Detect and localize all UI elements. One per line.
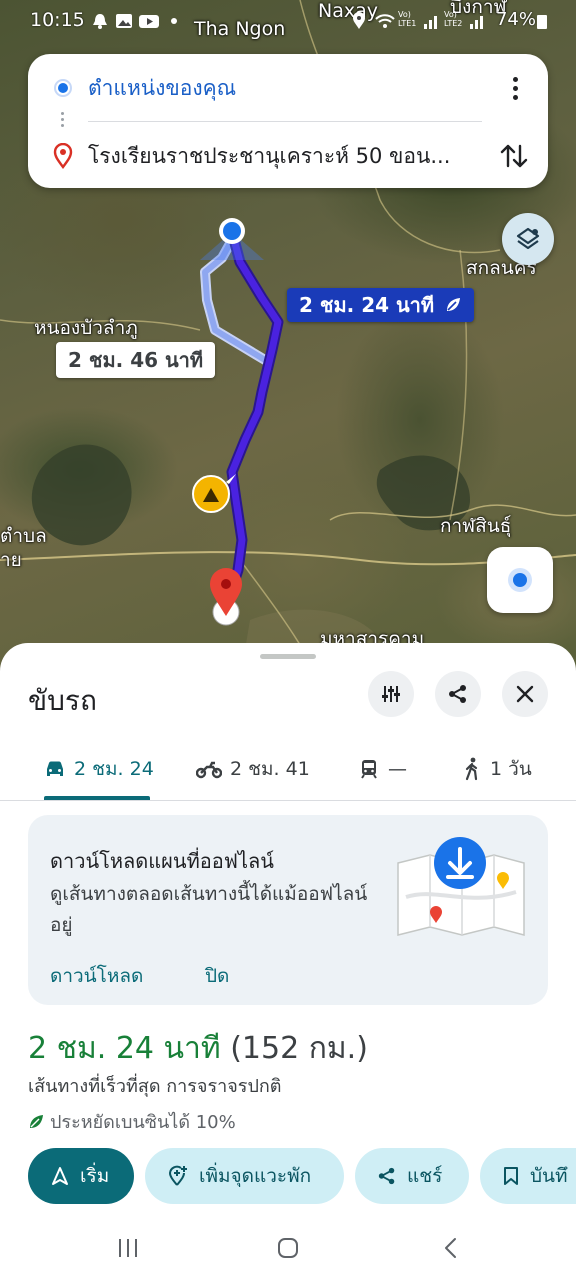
- share-label: แชร์: [407, 1165, 443, 1187]
- battery-icon: [537, 15, 547, 29]
- route-description: เส้นทางที่เร็วที่สุด การจราจรปกติ: [28, 1076, 282, 1097]
- active-tab-indicator: [44, 796, 150, 800]
- more-options-button[interactable]: [500, 68, 530, 108]
- status-time: 10:15: [30, 9, 85, 31]
- alt-route-time: 2 ชม. 46 นาที: [68, 348, 204, 372]
- route-options-button[interactable]: [368, 671, 414, 717]
- share-icon: [449, 685, 466, 703]
- route-distance: (152 กม.): [230, 1031, 368, 1066]
- swap-direction-icon[interactable]: [498, 140, 530, 172]
- map-layers-button[interactable]: [502, 213, 554, 265]
- bookmark-icon: [504, 1167, 518, 1185]
- gallery-icon: [116, 14, 132, 28]
- construction-marker[interactable]: [192, 474, 236, 513]
- map-label-kalasin: กาฬสินธุ์: [440, 515, 512, 537]
- eco-note-text: ประหยัดเบนซินได้ 10%: [50, 1112, 236, 1133]
- home-icon[interactable]: [276, 1236, 300, 1260]
- share-chip-icon: [378, 1167, 395, 1185]
- tab-walk-label: 1 วัน: [490, 758, 532, 780]
- card-divider: [88, 121, 482, 122]
- signal-1-icon: [424, 16, 437, 29]
- tab-drive[interactable]: 2 ชม. 24: [44, 739, 154, 799]
- offline-description: ดูเส้นทางตลอดเส้นทางนี้ได้แม้ออฟไลน์อยู่: [50, 883, 368, 936]
- battery-percent: 74%: [495, 9, 536, 30]
- signal-2-icon: [470, 16, 483, 29]
- destination-pin-icon: [53, 143, 73, 169]
- my-location-button[interactable]: [487, 547, 553, 613]
- alt-route-time-callout[interactable]: 2 ชม. 46 นาที: [56, 342, 216, 378]
- route-summary: 2 ชม. 24 นาที (152 กม.): [28, 1025, 368, 1072]
- download-offline-link[interactable]: ดาวน์โหลด: [50, 961, 143, 991]
- share-button[interactable]: แชร์: [355, 1148, 469, 1204]
- eco-note: ประหยัดเบนซินได้ 10%: [28, 1107, 236, 1136]
- my-location-icon: [508, 568, 532, 592]
- location-status-icon: [353, 12, 365, 29]
- tune-icon: [382, 686, 400, 702]
- sheet-drag-handle[interactable]: [260, 654, 316, 659]
- origin-row[interactable]: ตำแหน่งของคุณ: [28, 58, 548, 118]
- recent-apps-icon[interactable]: [116, 1236, 140, 1260]
- offline-map-illustration: [397, 837, 525, 936]
- close-button[interactable]: [502, 671, 548, 717]
- save-button[interactable]: บันทึ: [480, 1148, 576, 1204]
- tab-drive-label: 2 ชม. 24: [74, 758, 154, 780]
- notification-bell-icon: [93, 14, 107, 29]
- start-label: เริ่ม: [80, 1165, 110, 1187]
- system-nav-bar: [0, 1216, 576, 1280]
- add-location-icon: [168, 1165, 187, 1186]
- eco-leaf-small-icon: [30, 1114, 43, 1128]
- close-icon: [516, 685, 534, 703]
- save-label: บันทึ: [530, 1165, 568, 1187]
- share-route-button[interactable]: [435, 671, 481, 717]
- offline-title: ดาวน์โหลดแผนที่ออฟไลน์: [50, 849, 274, 873]
- tab-transit[interactable]: —: [358, 739, 407, 799]
- network-label-2: Vo) LTE2: [444, 10, 463, 28]
- sheet-title: ขับรถ: [28, 684, 97, 717]
- main-route-time: 2 ชม. 24 นาที: [299, 293, 435, 317]
- tab-transit-label: —: [388, 758, 407, 780]
- dismiss-offline-link[interactable]: ปิด: [205, 961, 229, 991]
- tab-motorcycle[interactable]: 2 ชม. 41: [196, 739, 310, 799]
- origin-dot-icon: [54, 79, 72, 97]
- start-button[interactable]: เริ่ม: [28, 1148, 134, 1204]
- offline-map-card: ดาวน์โหลดแผนที่ออฟไลน์ ดูเส้นทางตลอดเส้น…: [28, 815, 548, 1005]
- navigation-arrow-icon: [52, 1167, 68, 1185]
- route-directions-card: ตำแหน่งของคุณ โรงเรียนราชประชานุเคราะห์ …: [28, 54, 548, 188]
- directions-bottom-sheet: ขับรถ 2 ชม. 24 2 ชม. 41 — 1 วัน ดาวน์โหล…: [0, 643, 576, 1280]
- map-label-nong-bua-lamphu: หนองบัวลำภู: [34, 317, 138, 339]
- car-icon: [47, 761, 63, 776]
- eco-leaf-icon: [447, 298, 461, 311]
- action-chips: เริ่ม เพิ่มจุดแวะพัก แชร์ บันทึ: [28, 1148, 576, 1204]
- main-route-time-callout[interactable]: 2 ชม. 24 นาที: [287, 288, 475, 322]
- destination-text[interactable]: โรงเรียนราชประชานุเคราะห์ 50 ขอน...: [88, 140, 450, 173]
- youtube-icon: [139, 15, 159, 28]
- origin-text[interactable]: ตำแหน่งของคุณ: [88, 72, 236, 105]
- tab-walk[interactable]: 1 วัน: [462, 739, 532, 799]
- back-icon[interactable]: [440, 1236, 464, 1260]
- destination-row[interactable]: โรงเรียนราชประชานุเคราะห์ 50 ขอน...: [28, 126, 548, 186]
- walk-icon: [465, 757, 478, 781]
- add-stop-button[interactable]: เพิ่มจุดแวะพัก: [145, 1148, 344, 1204]
- route-duration: 2 ชม. 24 นาที: [28, 1031, 221, 1066]
- more-notifications-icon: [171, 18, 177, 24]
- train-icon: [361, 760, 377, 779]
- motorcycle-icon: [196, 761, 222, 779]
- tab-motorcycle-label: 2 ชม. 41: [230, 758, 310, 780]
- layers-icon: [516, 227, 540, 250]
- add-stop-label: เพิ่มจุดแวะพัก: [199, 1165, 312, 1187]
- travel-mode-tabs: 2 ชม. 24 2 ชม. 41 — 1 วัน: [0, 739, 576, 801]
- wifi-icon: [375, 14, 395, 28]
- map-label-edge-2: าย: [0, 549, 22, 571]
- network-label-1: Vo) LTE1: [398, 10, 417, 28]
- status-bar: 10:15 Vo) LTE1 Vo) LTE2 74%: [0, 0, 576, 44]
